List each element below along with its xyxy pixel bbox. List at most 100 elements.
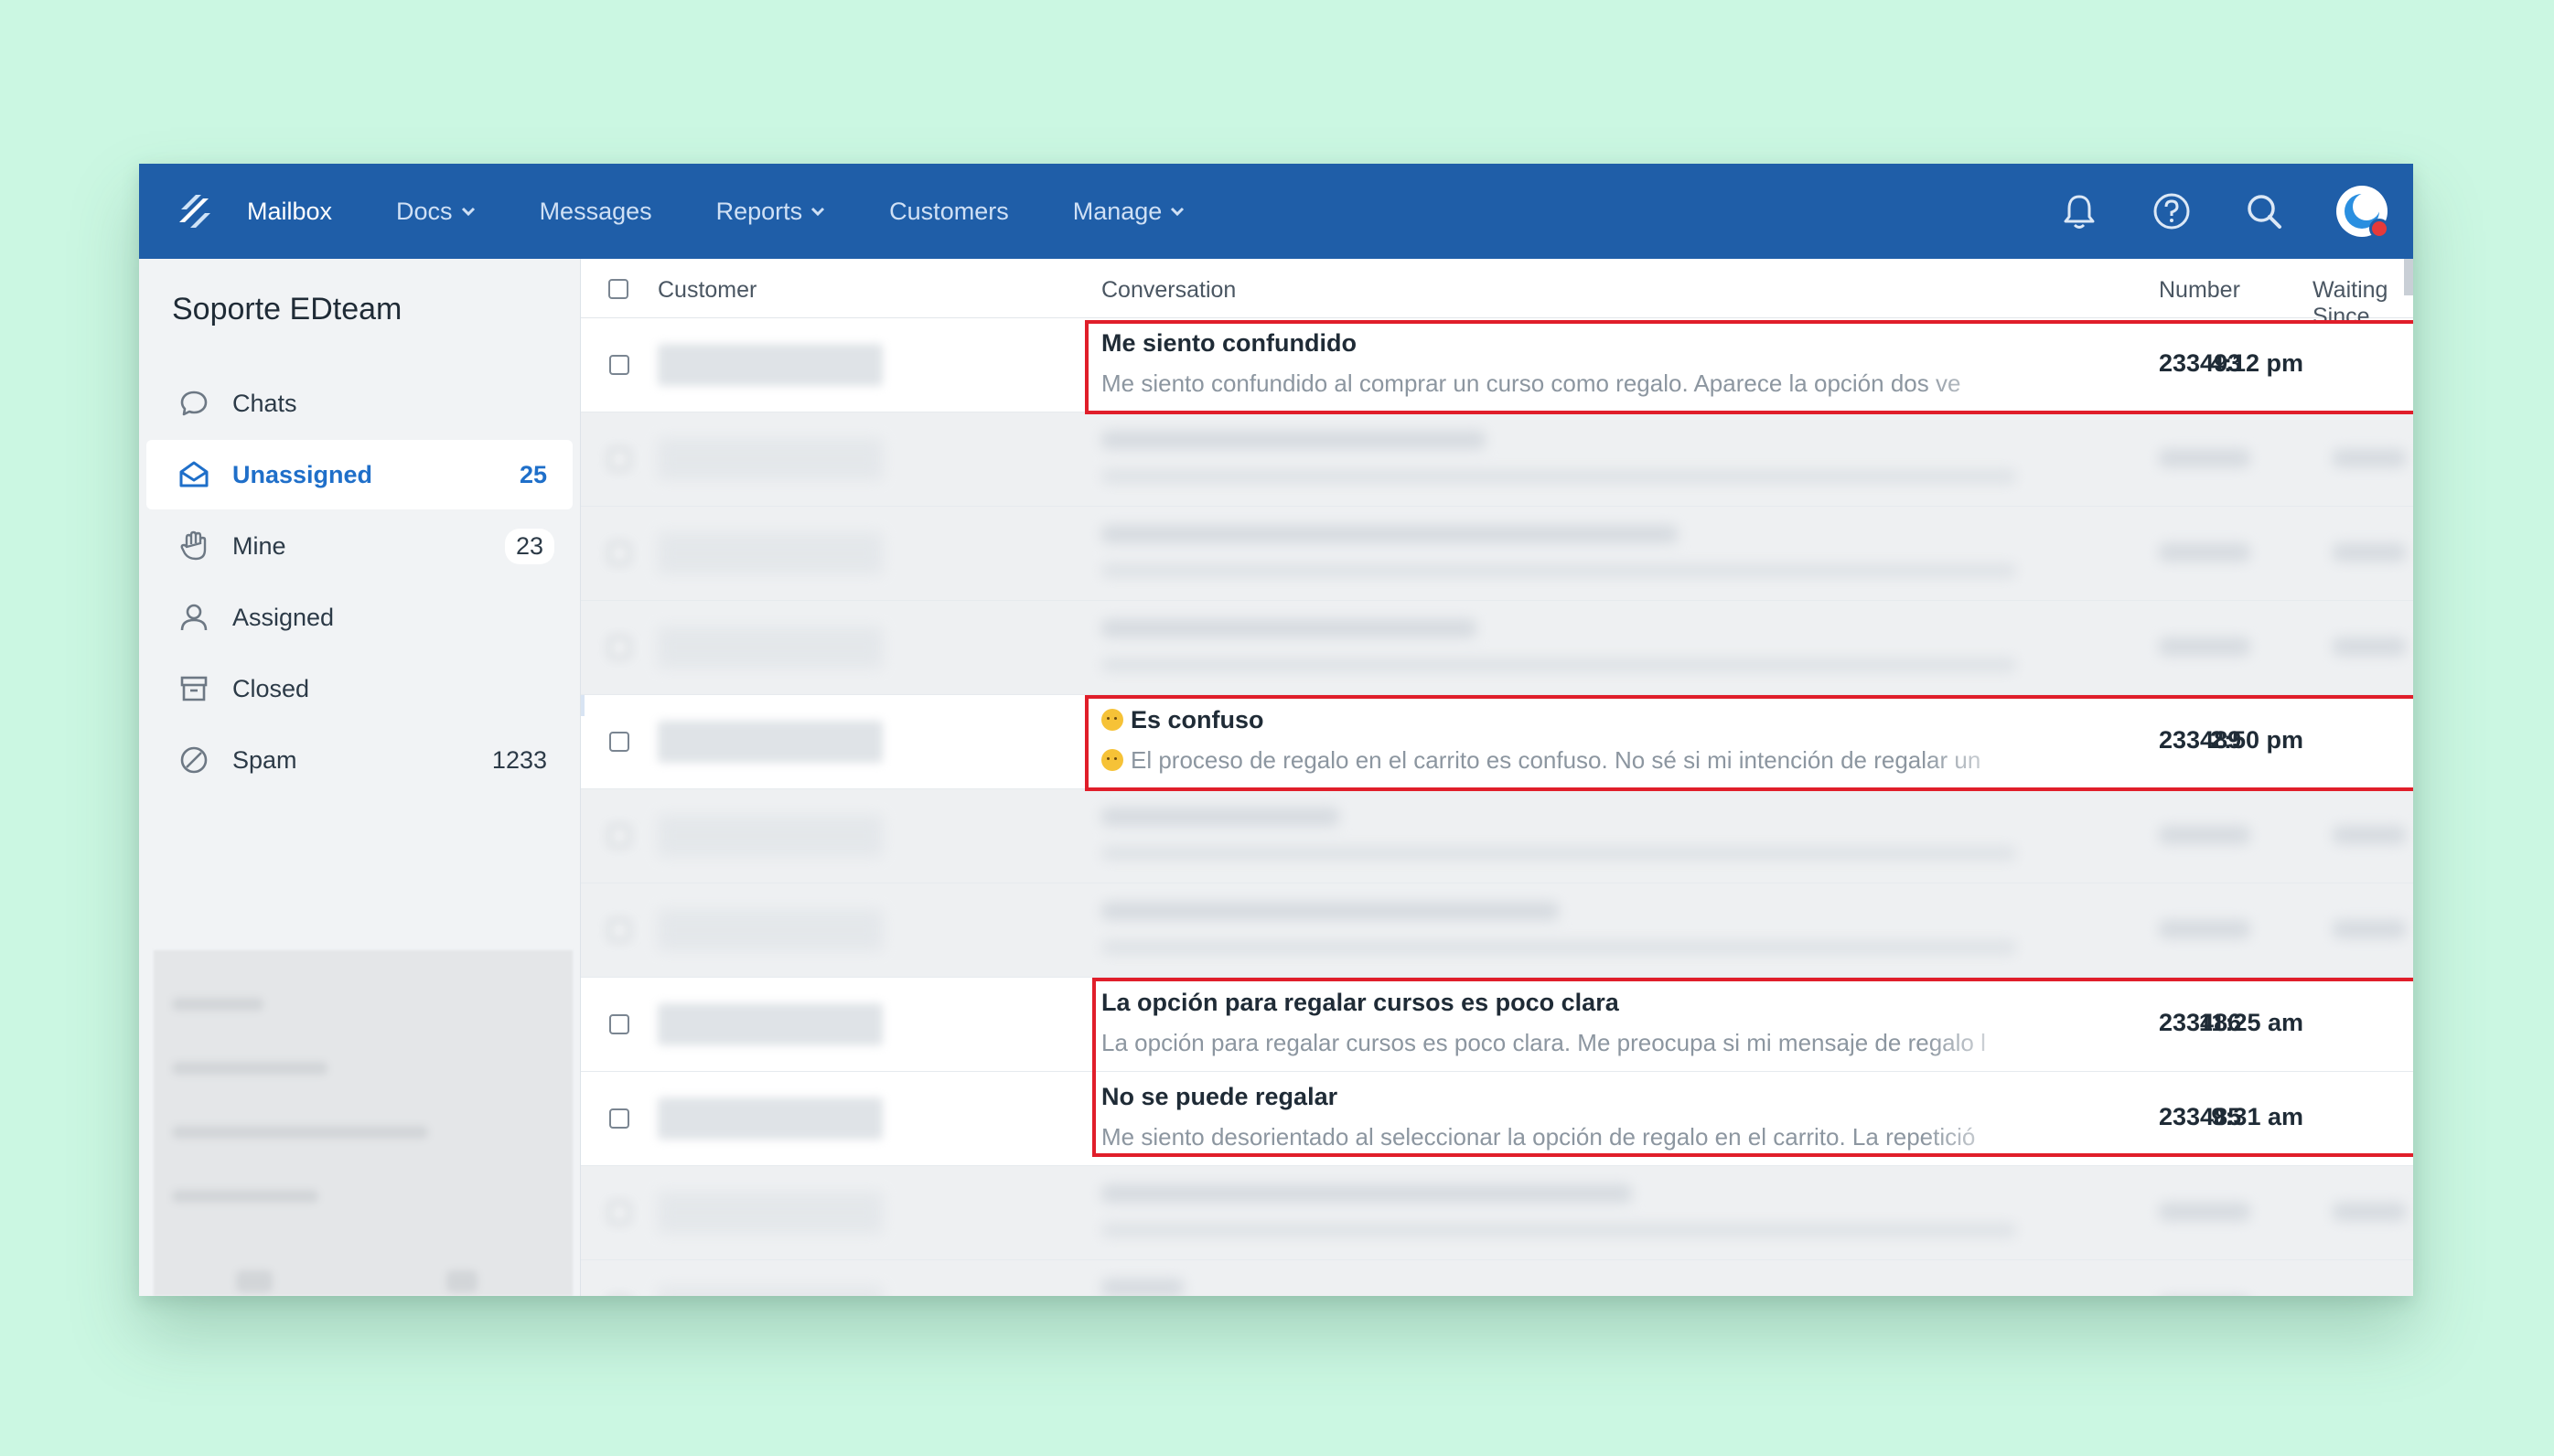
sidebar-item-label: Assigned [232,603,335,631]
sidebar-item-assigned[interactable]: Assigned [146,583,573,652]
customer-name-redacted [658,1286,883,1296]
nav-manage[interactable]: Manage [1073,198,1186,226]
count-badge: 25 [519,460,547,488]
chat-icon [177,387,210,420]
table-row[interactable] [581,1260,2413,1296]
nav-messages-label: Messages [539,197,652,225]
header-conversation[interactable]: Conversation [1101,277,1236,304]
sidebar-item-mine[interactable]: Mine 23 [146,511,573,581]
table-row[interactable] [581,412,2413,507]
nav-docs-label: Docs [396,197,453,225]
header-customer[interactable]: Customer [658,277,757,304]
top-nav: Mailbox Docs Messages Reports Customers … [139,164,2413,259]
row-checkbox[interactable] [609,637,629,658]
table-row[interactable]: La opción para regalar cursos es poco cl… [581,978,2413,1072]
row-checkbox[interactable] [609,1108,629,1129]
row-checkbox[interactable] [609,1014,629,1034]
row-checkbox[interactable] [609,920,629,940]
row-checkbox[interactable] [609,1203,629,1223]
row-checkbox[interactable] [609,355,629,375]
sidebar-item-closed[interactable]: Closed [146,654,573,723]
list-header: Customer Conversation Number Waiting Sin… [581,259,2413,329]
help-icon[interactable] [2151,190,2193,232]
nav-right [2008,164,2389,259]
hand-icon [177,530,210,562]
nav-docs[interactable]: Docs [396,198,476,226]
table-row[interactable] [581,601,2413,695]
table-row[interactable] [581,789,2413,883]
waiting-since: 9:31 am [2211,1103,2303,1130]
conversation-subject: No se puede regalar [1101,1083,1338,1110]
nav-mailbox[interactable]: Mailbox [247,198,332,226]
sidebar-item-label: Chats [232,389,297,417]
chevron-down-icon [811,207,825,217]
search-icon[interactable] [2243,190,2285,232]
sidebar-item-label: Spam [232,745,297,774]
table-row[interactable] [581,507,2413,601]
customer-name-redacted [658,1097,883,1140]
archive-icon [177,672,210,705]
header-number[interactable]: Number [2159,277,2240,304]
conversation-subject: La opción para regalar cursos es poco cl… [1101,989,1619,1016]
helpscout-logo-icon[interactable] [176,189,216,233]
nav-reports[interactable]: Reports [716,198,826,226]
select-all-checkbox[interactable] [608,279,628,299]
sidebar-item-spam[interactable]: Spam 1233 [146,725,573,795]
sidebar-item-label: Mine [232,531,286,560]
nav-mailbox-label: Mailbox [247,197,333,225]
conversation-preview: Me siento desorientado al seleccionar la… [1101,1123,1976,1151]
nav-reports-label: Reports [715,197,803,225]
customer-name-redacted [658,626,883,669]
mailbox-title[interactable]: Soporte EDteam [172,292,402,327]
sidebar: Soporte EDteam Chats Unassigned 25 Mine … [139,259,581,1296]
emoji-icon [1101,709,1123,731]
blurred-folders-section [154,950,573,1296]
app-window: Mailbox Docs Messages Reports Customers … [139,164,2413,1296]
row-checkbox[interactable] [609,732,629,752]
table-row[interactable]: Es confuso El proceso de regalo en el ca… [581,695,2413,789]
conversation-preview: El proceso de regalo en el carrito es co… [1101,746,2034,775]
bell-icon[interactable] [2058,190,2100,232]
nav-customers-label: Customers [889,197,1009,225]
table-row[interactable]: Me siento confundido Me siento confundid… [581,318,2413,412]
avatar[interactable] [2336,186,2389,239]
notification-dot [2369,219,2389,239]
nav-messages[interactable]: Messages [540,198,652,226]
count-badge: 1233 [491,745,547,774]
row-checkbox[interactable] [609,543,629,563]
count-badge: 23 [504,528,554,564]
scrollbar-thumb[interactable] [2404,259,2413,295]
row-checkbox[interactable] [609,449,629,469]
table-row[interactable] [581,1166,2413,1260]
customer-name-redacted [658,1003,883,1045]
sidebar-item-label: Closed [232,674,310,702]
chevron-down-icon [461,207,475,217]
conversation-list: Customer Conversation Number Waiting Sin… [581,259,2413,1296]
table-row[interactable] [581,883,2413,978]
spam-icon [177,744,210,776]
chevron-down-icon [1171,207,1185,217]
conversation-subject: Es confuso [1101,706,1264,734]
emoji-icon [1101,749,1123,771]
conversation-preview: Me siento confundido al comprar un curso… [1101,369,1961,397]
conversation-subject: Me siento confundido [1101,329,1357,357]
waiting-since: 11:25 am [2198,1009,2303,1036]
conversation-subject-text: Es confuso [1131,706,1264,733]
customer-name-redacted [658,438,883,480]
waiting-since: 4:12 pm [2209,349,2303,377]
customer-name-redacted [658,909,883,951]
nav-customers[interactable]: Customers [889,198,1009,226]
nav-manage-label: Manage [1072,197,1163,225]
sidebar-item-chats[interactable]: Chats [146,369,573,438]
customer-name-redacted [658,721,883,763]
table-row[interactable]: No se puede regalar Me siento desorienta… [581,1072,2413,1166]
sidebar-item-unassigned[interactable]: Unassigned 25 [146,440,573,509]
conversation-preview-text: El proceso de regalo en el carrito es co… [1131,746,1981,774]
waiting-since: 2:50 pm [2209,726,2303,754]
customer-name-redacted [658,1192,883,1234]
inbox-icon [177,458,210,491]
conversation-preview: La opción para regalar cursos es poco cl… [1101,1029,1986,1056]
customer-name-redacted [658,815,883,857]
user-icon [177,601,210,634]
row-checkbox[interactable] [609,826,629,846]
